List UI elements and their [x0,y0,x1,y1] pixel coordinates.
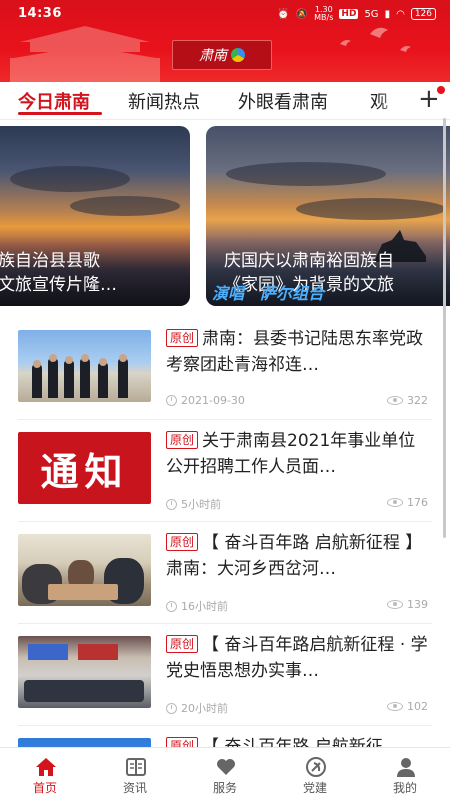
original-badge: 原创 [166,431,199,449]
banner-carousel[interactable]: 族自治县县歌 文旅宣传片隆… 庆国庆以肃南裕固族自 《家园》为背景的文旅 演唱 … [0,126,450,306]
view-count: 322 [407,394,428,407]
view-count: 176 [407,496,428,509]
banner-slide[interactable]: 庆国庆以肃南裕固族自 《家园》为背景的文旅 演唱 萨尔组合 [206,126,450,306]
banner-caption-line2: 文旅宣传片隆… [0,275,117,295]
banner-caption-line1: 族自治县县歌 [0,251,100,271]
app-header: 14:36 ⏰ 🔕 1.30 MB/s HD 5G ▮ ◠ 126 肃南 [0,0,450,82]
party-emblem-icon [306,757,326,777]
clock-icon [166,499,177,510]
nav-service[interactable]: 服务 [180,748,270,800]
nav-mine[interactable]: 我的 [360,748,450,800]
news-time: 2021-09-30 [181,394,245,407]
app-logo: 肃南 [172,40,272,70]
banner-slide[interactable]: 族自治县县歌 文旅宣传片隆… [0,126,190,306]
home-icon [36,758,56,776]
news-meta: 5小时前 176 [166,496,428,512]
heart-icon [217,759,235,775]
logo-swoosh-icon [231,48,245,62]
eye-icon [387,396,403,405]
news-thumbnail [18,636,151,708]
news-item[interactable]: 原创【 奋斗百年路启航新征程 · 学党史悟思想办实事… 20小时前 102 [18,624,432,726]
tiananmen-decoration-icon [10,26,160,82]
add-channel-button[interactable]: + [410,82,450,118]
original-badge: 原创 [166,635,199,653]
newspaper-icon [126,758,146,776]
news-thumbnail: 通知 [18,432,151,504]
original-badge: 原创 [166,533,199,551]
doves-decoration-icon [340,27,411,52]
news-title: 原创 肃南：县委书记陆思东率党政考察团赴青海祁连… [166,329,424,375]
mute-icon: 🔕 [295,8,309,20]
tab-outside-view[interactable]: 外眼看肃南 [238,88,328,114]
news-item[interactable]: 原创【 奋斗百年路 启航新征程 】肃南：大河乡西岔河… 16小时前 139 [18,522,432,624]
news-time: 20小时前 [181,702,228,715]
eye-icon [387,702,403,711]
nav-party[interactable]: 党建 [270,748,360,800]
nav-home[interactable]: 首页 [0,748,90,800]
news-time: 5小时前 [181,498,221,511]
news-thumbnail [18,330,151,402]
nav-news[interactable]: 资讯 [90,748,180,800]
news-title: 原创【 奋斗百年路启航新征程 · 学党史悟思想办实事… [166,635,428,681]
user-icon [397,758,415,777]
eye-icon [387,600,403,609]
clock-icon [166,395,177,406]
news-title: 原创 关于肃南县2021年事业单位公开招聘工作人员面… [166,431,416,477]
tab-news-hot[interactable]: 新闻热点 [128,88,200,114]
news-item[interactable]: 原创 肃南：县委书记陆思东率党政考察团赴青海祁连… 2021-09-30 322 [18,318,432,420]
eye-icon [387,498,403,507]
news-time: 16小时前 [181,600,228,613]
tabs-fade [376,82,410,118]
alarm-icon: ⏰ [277,8,290,20]
news-title: 原创【 奋斗百年路 启航新征程 】肃南：大河乡西岔河… [166,533,423,579]
news-thumbnail [18,534,151,606]
news-meta: 16小时前 139 [166,598,428,614]
view-count: 139 [407,598,428,611]
banner-overlay-text: 演唱 萨尔组合 [212,284,325,303]
news-list: 原创 肃南：县委书记陆思东率党政考察团赴青海祁连… 2021-09-30 322 … [0,318,450,800]
clock-icon [166,703,177,714]
news-meta: 2021-09-30 322 [166,394,428,410]
bottom-navigation: 首页 资讯 服务 党建 我的 [0,747,450,800]
clock-icon [166,601,177,612]
notification-dot [437,86,445,94]
news-meta: 20小时前 102 [166,700,428,716]
view-count: 102 [407,700,428,713]
news-item[interactable]: 通知 原创 关于肃南县2021年事业单位公开招聘工作人员面… 5小时前 176 [18,420,432,522]
active-tab-indicator [18,112,102,115]
original-badge: 原创 [166,329,199,347]
tab-today-sunan[interactable]: 今日肃南 [18,88,90,114]
banner-caption-line1: 庆国庆以肃南裕固族自 [224,251,394,271]
